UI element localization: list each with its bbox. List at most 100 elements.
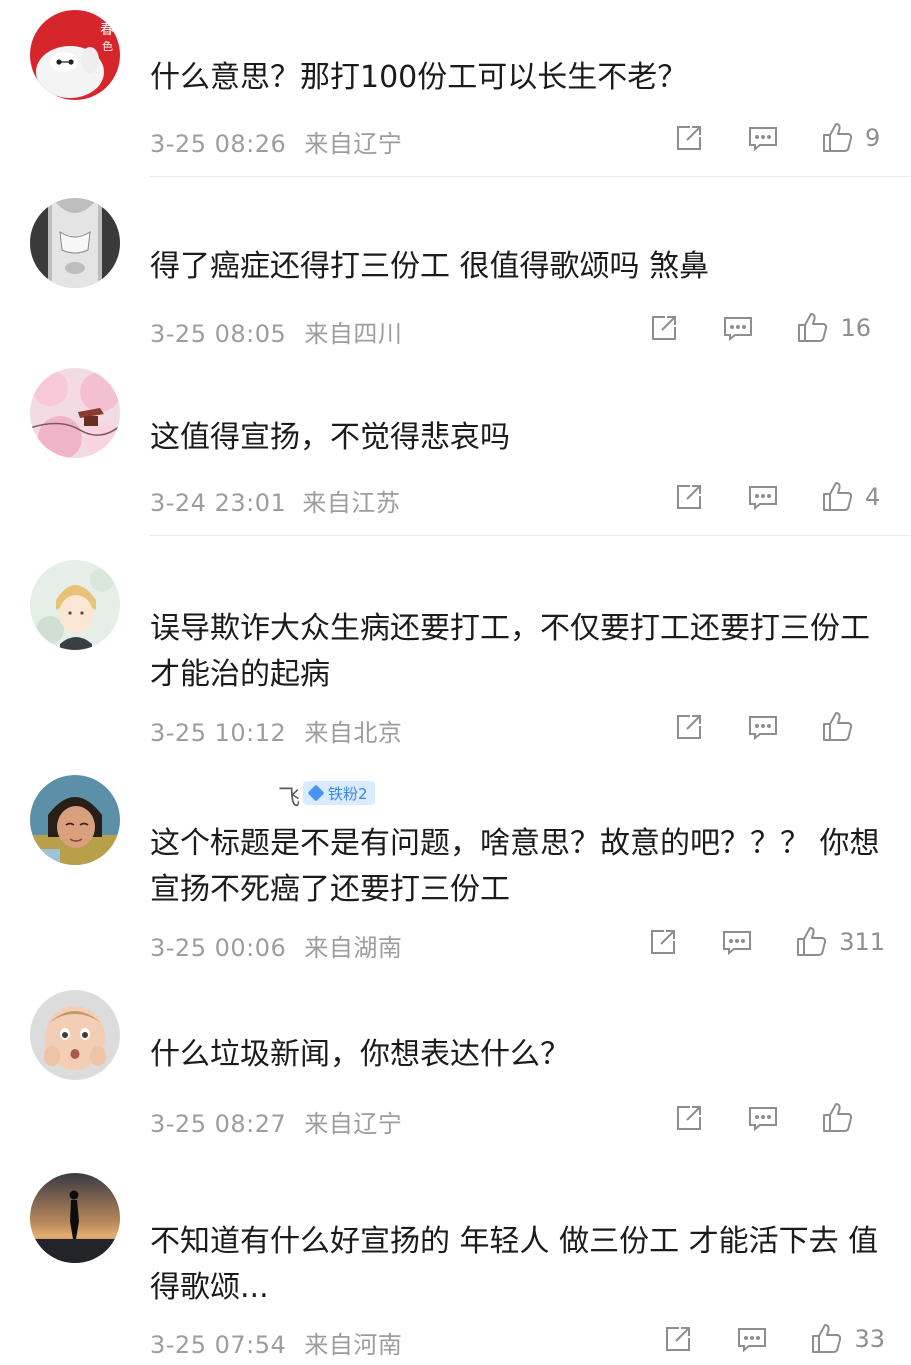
like-button[interactable] xyxy=(821,710,883,744)
comment-button[interactable] xyxy=(736,1323,768,1355)
comment-button[interactable] xyxy=(747,711,779,743)
avatar-sunset-silhouette-image xyxy=(30,1173,120,1263)
avatar-grey-portrait-image xyxy=(30,198,120,288)
comment-text: 什么意思？那打100份工可以长生不老？ xyxy=(150,60,688,95)
share-button[interactable] xyxy=(673,481,705,513)
share-button[interactable] xyxy=(673,711,705,743)
comment-meta: 3-25 08:26 来自辽宁 xyxy=(150,124,402,159)
share-icon xyxy=(677,1106,701,1130)
like-icon xyxy=(812,1324,842,1353)
comment-text: 这值得宣扬，不觉得悲哀吗 xyxy=(150,420,510,455)
share-icon xyxy=(677,485,701,509)
comment-location: 来自河南 xyxy=(304,1331,403,1359)
avatar[interactable]: 春 色 xyxy=(30,10,120,100)
share-icon xyxy=(666,1327,691,1351)
comment-button[interactable] xyxy=(721,926,753,958)
comment-item: 误导欺诈大众生病还要打工，不仅要打工还要打三份工才能治的起病 3-25 10:1… xyxy=(0,538,911,760)
comment-time: 3-25 08:26 xyxy=(150,130,287,158)
like-icon xyxy=(823,123,853,152)
comment-time: 3-25 07:54 xyxy=(150,1331,287,1359)
comment-time: 3-25 10:12 xyxy=(150,719,287,747)
avatar[interactable] xyxy=(30,990,120,1080)
share-icon xyxy=(651,930,676,954)
comment-meta: 3-25 08:05 来自四川 xyxy=(150,314,402,349)
comment-item: 得了癌症还得打三份工 很值得歌颂吗 煞鼻 3-25 08:05 来自四川 16 xyxy=(0,178,911,353)
comment-actions: 16 xyxy=(648,311,871,345)
like-button[interactable]: 311 xyxy=(795,925,885,959)
comment-location: 来自江苏 xyxy=(302,489,401,517)
comment-icon xyxy=(749,127,777,152)
comment-time: 3-25 08:05 xyxy=(150,320,287,348)
share-icon xyxy=(677,715,701,739)
avatar-cherry-blossom-image xyxy=(30,368,120,458)
comment-location: 来自湖南 xyxy=(304,934,403,962)
comment-icon xyxy=(724,317,753,342)
like-count: 4 xyxy=(865,483,881,511)
comment-actions xyxy=(673,710,883,744)
avatar-child-photo-image xyxy=(30,775,120,865)
share-button[interactable] xyxy=(673,122,705,154)
avatar-baby-photo-image xyxy=(30,990,120,1080)
comment-text: 不知道有什么好宣扬的 年轻人 做三份工 才能活下去 值得歌颂... xyxy=(150,1224,879,1305)
comment-text: 这个标题是不是有问题，啥意思？故意的吧？？？ 你想宣扬不死癌了还要打三份工 xyxy=(150,826,880,907)
like-button[interactable]: 33 xyxy=(810,1322,885,1356)
like-icon xyxy=(798,313,828,342)
comment-icon xyxy=(749,486,777,511)
comment-icon xyxy=(749,1107,777,1132)
like-button[interactable]: 4 xyxy=(821,480,883,514)
comment-time: 3-24 23:01 xyxy=(150,489,287,517)
comment-actions: 33 xyxy=(662,1322,885,1356)
comment-location: 来自辽宁 xyxy=(304,130,403,158)
avatar[interactable] xyxy=(30,775,120,865)
like-count: 9 xyxy=(865,124,881,152)
comment-location: 来自四川 xyxy=(304,320,403,348)
share-button[interactable] xyxy=(673,1102,705,1134)
fan-badge[interactable]: 铁粉2 xyxy=(303,781,375,805)
comment-text: 误导欺诈大众生病还要打工，不仅要打工还要打三份工才能治的起病 xyxy=(150,611,870,692)
like-icon xyxy=(823,1103,853,1132)
comment-actions xyxy=(673,1101,883,1135)
comment-time: 3-25 08:27 xyxy=(150,1110,287,1138)
avatar[interactable] xyxy=(30,560,120,650)
like-icon xyxy=(797,927,827,956)
like-button[interactable]: 9 xyxy=(821,121,883,155)
comment-button[interactable] xyxy=(747,481,779,513)
comment-item: 春 色 什么意思？那打100份工可以长生不老？ 3-25 08:26 来自辽宁 … xyxy=(0,0,911,178)
like-count: 311 xyxy=(839,928,885,956)
share-button[interactable] xyxy=(648,312,680,344)
like-count: 16 xyxy=(840,314,871,342)
avatar-red-robot-image: 春 色 xyxy=(30,10,120,100)
comment-location: 来自北京 xyxy=(304,719,403,747)
comment-text: 得了癌症还得打三份工 很值得歌颂吗 煞鼻 xyxy=(150,249,710,284)
username[interactable]: 飞 xyxy=(278,780,300,812)
comment-meta: 3-25 00:06 来自湖南 xyxy=(150,928,402,963)
comment-button[interactable] xyxy=(747,1102,779,1134)
comment-time: 3-25 00:06 xyxy=(150,934,287,962)
diamond-icon xyxy=(307,784,325,802)
divider xyxy=(150,176,911,177)
comment-item: 这值得宣扬，不觉得悲哀吗 3-24 23:01 来自江苏 4 xyxy=(0,353,911,538)
share-button[interactable] xyxy=(647,926,679,958)
share-icon xyxy=(677,126,701,150)
comment-meta: 3-25 10:12 来自北京 xyxy=(150,713,402,748)
comment-item: 不知道有什么好宣扬的 年轻人 做三份工 才能活下去 值得歌颂... 3-25 0… xyxy=(0,1155,911,1365)
comment-meta: 3-25 08:27 来自辽宁 xyxy=(150,1104,402,1139)
like-icon xyxy=(823,482,853,511)
comment-icon xyxy=(749,716,777,741)
like-button[interactable]: 16 xyxy=(796,311,871,345)
avatar[interactable] xyxy=(30,198,120,288)
comment-location: 来自辽宁 xyxy=(304,1110,403,1138)
share-button[interactable] xyxy=(662,1323,694,1355)
comment-button[interactable] xyxy=(747,122,779,154)
fan-badge-label: 铁粉2 xyxy=(328,784,368,803)
comment-icon xyxy=(723,931,752,956)
comment-actions: 9 xyxy=(673,121,883,155)
avatar[interactable] xyxy=(30,1173,120,1263)
comment-meta: 3-25 07:54 来自河南 xyxy=(150,1325,402,1360)
avatar[interactable] xyxy=(30,368,120,458)
comment-actions: 311 xyxy=(647,925,885,959)
like-icon xyxy=(823,712,853,741)
comment-item: 什么垃圾新闻，你想表达什么？ 3-25 08:27 来自辽宁 xyxy=(0,970,911,1155)
like-button[interactable] xyxy=(821,1101,883,1135)
comment-button[interactable] xyxy=(722,312,754,344)
